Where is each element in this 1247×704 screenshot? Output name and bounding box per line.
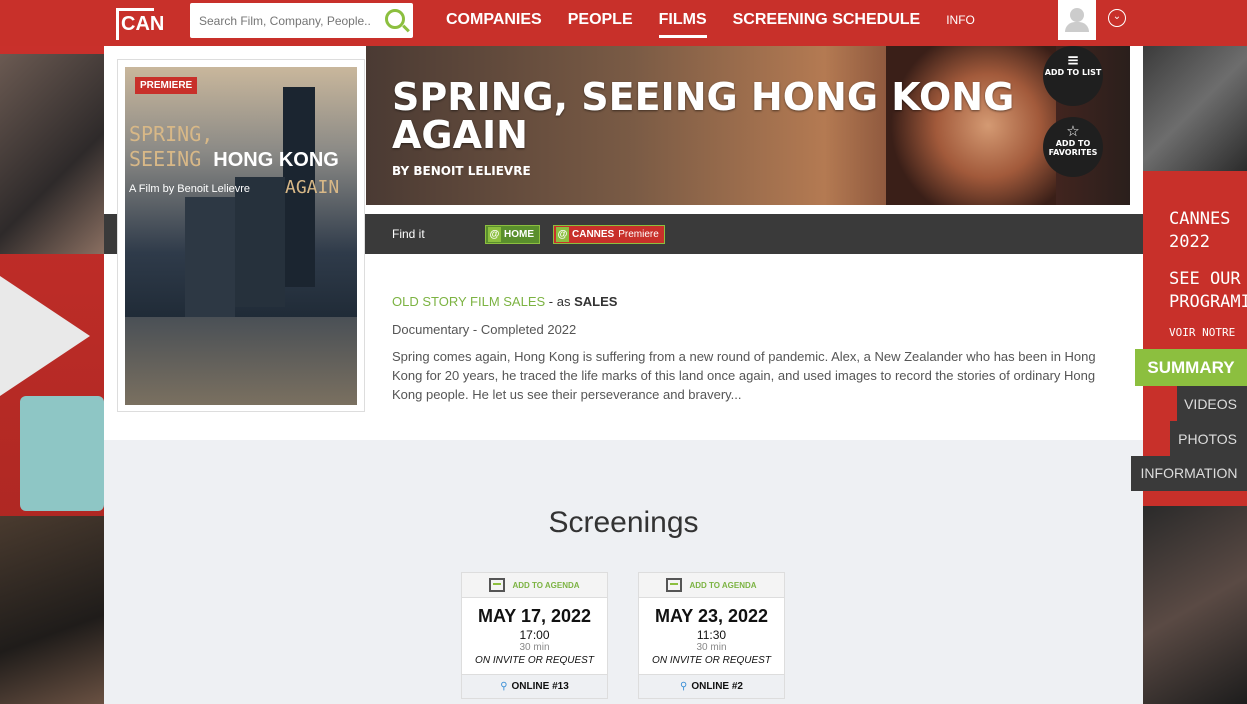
screening-time: 11:30 xyxy=(696,628,727,642)
at-icon: @ xyxy=(556,227,569,242)
nav-companies[interactable]: COMPANIES xyxy=(446,0,542,46)
poster-title-line2: SEEING HONG KONG xyxy=(129,147,339,172)
screening-date: MAY 23, 2022 xyxy=(654,606,769,626)
add-to-agenda-button[interactable]: ADD TO AGENDA xyxy=(462,573,607,598)
tab-videos[interactable]: VIDEOS xyxy=(1177,386,1247,422)
premiere-badge: PREMIERE xyxy=(135,77,198,94)
add-to-favorites-label: ADD TO FAVORITES xyxy=(1048,139,1098,157)
add-to-agenda-button[interactable]: ADD TO AGENDA xyxy=(639,573,784,598)
play-shape xyxy=(0,276,90,396)
home-link[interactable]: @ HOME xyxy=(485,225,540,244)
poster-skyline xyxy=(185,197,235,317)
poster-title-line1: SPRING, xyxy=(129,122,214,146)
film-title: SPRING, SEEING HONG KONG AGAIN xyxy=(392,75,1015,157)
cannes-premiere-link[interactable]: @ CANNES Premiere xyxy=(553,225,665,244)
screening-time: 17:00 xyxy=(519,628,550,642)
avatar-head-icon xyxy=(1070,8,1084,22)
location-label: ONLINE #13 xyxy=(511,681,569,692)
poster-image: PREMIERE SPRING, SEEING HONG KONG A Film… xyxy=(125,67,357,405)
screening-date: MAY 17, 2022 xyxy=(477,606,592,626)
promo-voir-notre: VOIR NOTRE xyxy=(1169,326,1236,339)
user-avatar[interactable] xyxy=(1058,0,1096,40)
film-page: SPRING, SEEING HONG KONG AGAIN BY BENOIT… xyxy=(104,46,1143,704)
site-logo[interactable]: CAN xyxy=(116,8,164,40)
at-icon: @ xyxy=(488,227,501,242)
nav-films[interactable]: FILMS xyxy=(658,0,707,46)
avatar-body-icon xyxy=(1065,22,1089,32)
main-nav: COMPANIES PEOPLE FILMS SCREENING SCHEDUL… xyxy=(446,0,1001,46)
screening-access: ON INVITE OR REQUEST xyxy=(475,655,594,666)
search-box xyxy=(190,3,413,38)
list-icon: ≡ xyxy=(1066,51,1080,69)
screening-card: ADD TO AGENDA MAY 23, 2022 11:30 30 min … xyxy=(638,572,785,699)
add-to-list-label: ADD TO LIST xyxy=(1044,68,1102,77)
background-photo xyxy=(0,516,104,704)
add-to-list-button[interactable]: ≡ ADD TO LIST xyxy=(1043,46,1103,106)
screening-duration: 30 min xyxy=(519,642,550,653)
search-input[interactable] xyxy=(190,3,370,38)
screening-location[interactable]: ⚲ ONLINE #2 xyxy=(639,674,784,698)
location-label: ONLINE #2 xyxy=(691,681,743,692)
company-role: SALES xyxy=(574,294,618,309)
cannes-label: CANNES xyxy=(572,229,615,240)
tab-information[interactable]: INFORMATION xyxy=(1131,456,1247,491)
screening-duration: 30 min xyxy=(696,642,727,653)
search-icon[interactable] xyxy=(385,9,405,29)
calendar-icon xyxy=(666,578,683,592)
screenings-title: Screenings xyxy=(548,506,699,539)
promo-cannes: CANNES xyxy=(1169,209,1231,229)
poster-hong-kong: HONG KONG xyxy=(213,149,339,171)
nav-info[interactable]: INFO xyxy=(946,0,975,46)
poster-harbor xyxy=(125,317,357,405)
find-it-label: Find it xyxy=(392,227,425,241)
star-icon: ☆ xyxy=(1066,122,1080,140)
background-photo xyxy=(1143,506,1247,704)
nav-people[interactable]: PEOPLE xyxy=(568,0,633,46)
poster-skyline xyxy=(235,177,285,307)
poster-byline: A Film by Benoit Lelievre xyxy=(129,183,251,195)
promo-year: 2022 xyxy=(1169,232,1210,252)
company-link[interactable]: OLD STORY FILM SALES xyxy=(392,294,545,309)
cannes-promo[interactable]: CANNES 2022 SEE OUR PROGRAMI VOIR NOTRE xyxy=(1169,208,1247,339)
tab-photos[interactable]: PHOTOS xyxy=(1170,421,1247,457)
promo-program: PROGRAMI xyxy=(1169,292,1247,312)
add-to-agenda-label: ADD TO AGENDA xyxy=(689,580,757,590)
home-label: HOME xyxy=(504,229,534,240)
screening-location[interactable]: ⚲ ONLINE #13 xyxy=(462,674,607,698)
nav-screening-schedule[interactable]: SCREENING SCHEDULE xyxy=(733,0,921,46)
top-navbar: CAN COMPANIES PEOPLE FILMS SCREENING SCH… xyxy=(0,0,1247,46)
film-synopsis: Spring comes again, Hong Kong is sufferi… xyxy=(392,349,1096,402)
map-pin-icon: ⚲ xyxy=(679,681,688,692)
company-line: OLD STORY FILM SALES - as SALES xyxy=(392,294,617,309)
screening-card: ADD TO AGENDA MAY 17, 2022 17:00 30 min … xyxy=(461,572,608,699)
add-to-agenda-label: ADD TO AGENDA xyxy=(512,580,580,590)
background-photo xyxy=(1143,46,1247,171)
background-photo xyxy=(0,54,104,254)
chevron-down-icon[interactable]: ⌄ xyxy=(1108,9,1126,27)
as-text: - as xyxy=(545,294,575,309)
map-pin-icon: ⚲ xyxy=(500,681,508,692)
left-background-art xyxy=(0,46,104,704)
poster-seeing: SEEING xyxy=(129,147,214,171)
poster-again: AGAIN xyxy=(285,177,340,198)
film-banner: SPRING, SEEING HONG KONG AGAIN BY BENOIT… xyxy=(366,46,1130,205)
promo-see-our: SEE OUR xyxy=(1169,269,1241,289)
screenings-section: Screenings ADD TO AGENDA MAY 17, 2022 17… xyxy=(104,440,1143,704)
film-genre-status: Documentary - Completed 2022 xyxy=(392,322,577,337)
calendar-icon xyxy=(489,578,506,592)
screening-access: ON INVITE OR REQUEST xyxy=(652,655,771,666)
film-director: BY BENOIT LELIEVRE xyxy=(392,164,531,178)
add-to-favorites-button[interactable]: ☆ ADD TO FAVORITES xyxy=(1043,117,1103,177)
film-poster[interactable]: PREMIERE SPRING, SEEING HONG KONG A Film… xyxy=(117,59,365,412)
background-cartoon xyxy=(20,396,104,511)
tab-summary[interactable]: SUMMARY xyxy=(1135,349,1247,386)
premiere-label: Premiere xyxy=(618,229,659,240)
